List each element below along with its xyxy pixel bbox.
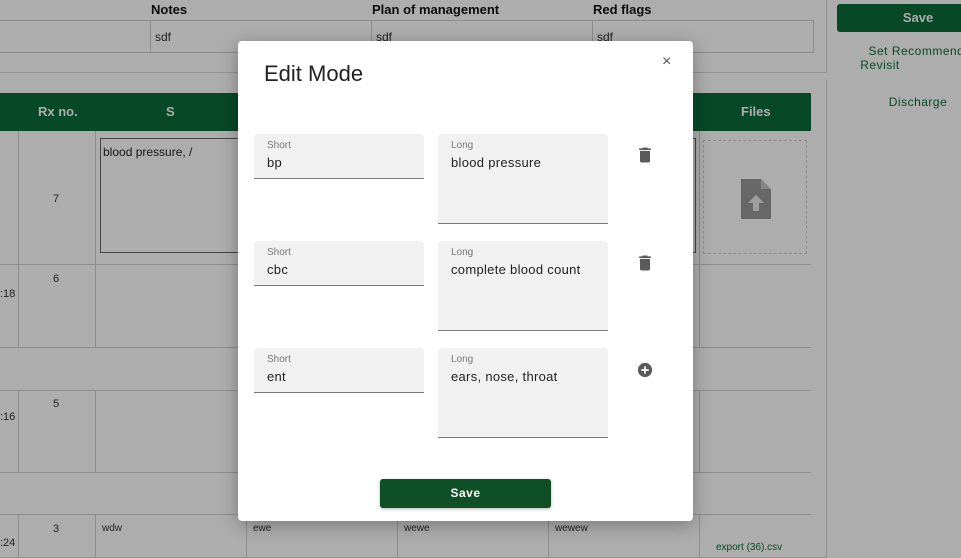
long-label: Long [451, 354, 474, 365]
add-circle-icon[interactable] [635, 360, 655, 380]
edit-mode-dialog: Edit Mode × Short bp Long blood pressure… [238, 41, 693, 521]
long-label: Long [451, 247, 474, 258]
delete-icon[interactable] [635, 145, 655, 165]
long-value: blood pressure [451, 155, 542, 170]
short-label: Short [267, 354, 291, 365]
long-label: Long [451, 140, 474, 151]
long-value: complete blood count [451, 262, 581, 277]
short-field-2[interactable]: Short cbc [254, 241, 424, 286]
long-value: ears, nose, throat [451, 369, 558, 384]
dialog-save-button[interactable]: Save [380, 479, 551, 508]
short-field-3[interactable]: Short ent [254, 348, 424, 393]
short-label: Short [267, 247, 291, 258]
long-field-3[interactable]: Long ears, nose, throat [438, 348, 608, 438]
long-field-1[interactable]: Long blood pressure [438, 134, 608, 224]
delete-icon[interactable] [635, 253, 655, 273]
dialog-title: Edit Mode [264, 61, 364, 86]
short-value: bp [267, 155, 283, 170]
close-icon[interactable]: × [662, 53, 671, 71]
short-value: cbc [267, 262, 289, 277]
short-label: Short [267, 140, 291, 151]
short-field-1[interactable]: Short bp [254, 134, 424, 179]
long-field-2[interactable]: Long complete blood count [438, 241, 608, 331]
short-value: ent [267, 369, 286, 384]
